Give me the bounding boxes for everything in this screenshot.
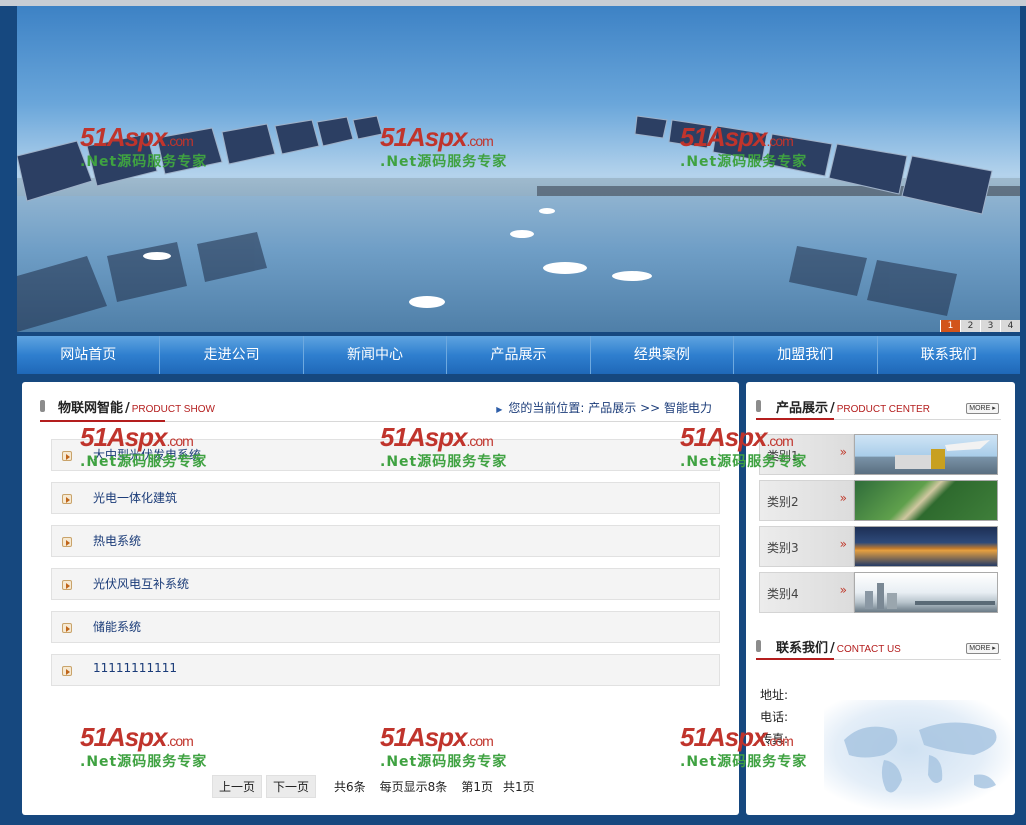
- double-chevron-icon: »: [839, 491, 847, 505]
- main-nav: 网站首页 走进公司 新闻中心 产品展示 经典案例 加盟我们 联系我们: [17, 336, 1020, 374]
- current-page: 第1页: [461, 780, 493, 794]
- category-list: 类别1 » 类别2 » 类别3 » 类别4 »: [759, 434, 999, 618]
- header-underline: [40, 420, 165, 422]
- list-item-link[interactable]: 热电系统: [93, 532, 141, 549]
- list-item-link[interactable]: 光伏风电互补系统: [93, 575, 189, 592]
- category-label[interactable]: 类别4: [767, 585, 799, 602]
- nav-products[interactable]: 产品展示: [447, 336, 591, 374]
- product-center-subtitle: PRODUCT CENTER: [836, 404, 930, 415]
- solar-panels-illustration: [17, 115, 993, 332]
- nav-about[interactable]: 走进公司: [160, 336, 304, 374]
- list-item[interactable]: 11111111111: [51, 654, 720, 686]
- banner-image: 1 2 3 4: [17, 6, 1020, 332]
- arrow-bullet-icon: [62, 451, 72, 461]
- header-underline: [756, 658, 834, 660]
- breadcrumb: ▶ 您的当前位置: 产品展示 >> 智能电力: [496, 399, 712, 416]
- list-item[interactable]: 光伏风电互补系统: [51, 568, 720, 600]
- product-center-title: 产品展示: [776, 401, 829, 416]
- category-thumbnail[interactable]: [854, 480, 998, 521]
- breadcrumb-text[interactable]: 您的当前位置: 产品展示 >> 智能电力: [508, 401, 712, 415]
- city-skyline-illustration: [865, 583, 995, 609]
- arrow-bullet-icon: [62, 623, 72, 633]
- world-map-illustration: [844, 722, 997, 793]
- category-item[interactable]: 类别1 »: [759, 434, 999, 475]
- page-title: 物联网智能: [58, 401, 124, 416]
- category-item[interactable]: 类别2 »: [759, 480, 999, 521]
- double-chevron-icon: »: [839, 445, 847, 459]
- world-map-background: [824, 700, 1014, 810]
- arrow-bullet-icon: [62, 537, 72, 547]
- slide-3-button[interactable]: 3: [980, 320, 1000, 332]
- contact-more-button[interactable]: MORE ▸: [966, 643, 999, 654]
- product-more-button[interactable]: MORE ▸: [966, 403, 999, 414]
- list-item[interactable]: 大中型光伏发电系统: [51, 439, 720, 471]
- double-chevron-icon: »: [839, 537, 847, 551]
- list-item-link[interactable]: 大中型光伏发电系统: [93, 446, 201, 463]
- nav-join[interactable]: 加盟我们: [734, 336, 878, 374]
- nav-contact[interactable]: 联系我们: [878, 336, 1020, 374]
- nav-cases[interactable]: 经典案例: [591, 336, 735, 374]
- title-separator: /: [830, 641, 835, 656]
- category-thumbnail[interactable]: [854, 434, 998, 475]
- slide-4-button[interactable]: 4: [1000, 320, 1020, 332]
- arrow-bullet-icon: [62, 580, 72, 590]
- category-thumbnail[interactable]: [854, 526, 998, 567]
- breadcrumb-arrow-icon: ▶: [496, 405, 503, 414]
- list-item-link[interactable]: 光电一体化建筑: [93, 489, 177, 506]
- double-chevron-icon: »: [839, 583, 847, 597]
- list-item-link[interactable]: 11111111111: [93, 661, 177, 675]
- contact-title: 联系我们: [776, 641, 829, 656]
- header-bullet-icon: [756, 640, 761, 652]
- slide-1-button[interactable]: 1: [940, 320, 960, 332]
- prev-page-button[interactable]: 上一页: [212, 775, 263, 798]
- main-panel: 物联网智能 / PRODUCT SHOW ▶ 您的当前位置: 产品展示 >> 智能电力…: [22, 382, 739, 815]
- nav-news[interactable]: 新闻中心: [304, 336, 448, 374]
- list-item-link[interactable]: 储能系统: [93, 618, 141, 635]
- contact-header: 联系我们 / CONTACT US MORE ▸: [756, 636, 1001, 660]
- list-item[interactable]: 储能系统: [51, 611, 720, 643]
- main-section-header: 物联网智能 / PRODUCT SHOW ▶ 您的当前位置: 产品展示 >> 智能电力: [40, 396, 720, 422]
- total-pages: 共1页: [502, 780, 535, 794]
- category-item[interactable]: 类别4 »: [759, 572, 999, 613]
- page-subtitle: PRODUCT SHOW: [131, 404, 215, 415]
- product-center-header: 产品展示 / PRODUCT CENTER MORE ▸: [756, 396, 1001, 420]
- header-bullet-icon: [40, 400, 45, 412]
- address-label: 地址:: [760, 688, 789, 702]
- pagination: 上一页 下一页 共6条 每页显示8条 第1页 共1页: [212, 775, 535, 798]
- total-count: 共6条: [334, 780, 366, 794]
- title-separator: /: [125, 401, 130, 416]
- list-item[interactable]: 光电一体化建筑: [51, 482, 720, 514]
- arrow-bullet-icon: [62, 666, 72, 676]
- contact-subtitle: CONTACT US: [836, 644, 901, 655]
- title-separator: /: [830, 401, 835, 416]
- category-label[interactable]: 类别2: [767, 493, 799, 510]
- sidebar: 产品展示/PRODUCT CENTER MORE ▸ 类别1 » 类别2 »: [746, 382, 1015, 815]
- category-thumbnail[interactable]: [854, 572, 998, 613]
- list-item[interactable]: 热电系统: [51, 525, 720, 557]
- slide-2-button[interactable]: 2: [960, 320, 980, 332]
- next-page-button[interactable]: 下一页: [266, 775, 317, 798]
- category-label[interactable]: 类别3: [767, 539, 799, 556]
- nav-home[interactable]: 网站首页: [17, 336, 161, 374]
- contact-info: 地址: 电话: 传真:: [760, 684, 788, 750]
- category-label[interactable]: 类别1: [767, 447, 799, 464]
- per-page-count: 每页显示8条: [379, 780, 448, 794]
- truck-plane-illustration: [895, 440, 990, 469]
- phone-label: 电话:: [760, 710, 789, 724]
- arrow-bullet-icon: [62, 494, 72, 504]
- fax-label: 传真:: [760, 732, 789, 746]
- category-item[interactable]: 类别3 »: [759, 526, 999, 567]
- header-underline: [756, 418, 834, 420]
- header-bullet-icon: [756, 400, 761, 412]
- slideshow-pager: 1 2 3 4: [940, 320, 1020, 332]
- product-list: 大中型光伏发电系统 光电一体化建筑 热电系统 光伏风电互补系统 储能系统 111…: [51, 439, 720, 697]
